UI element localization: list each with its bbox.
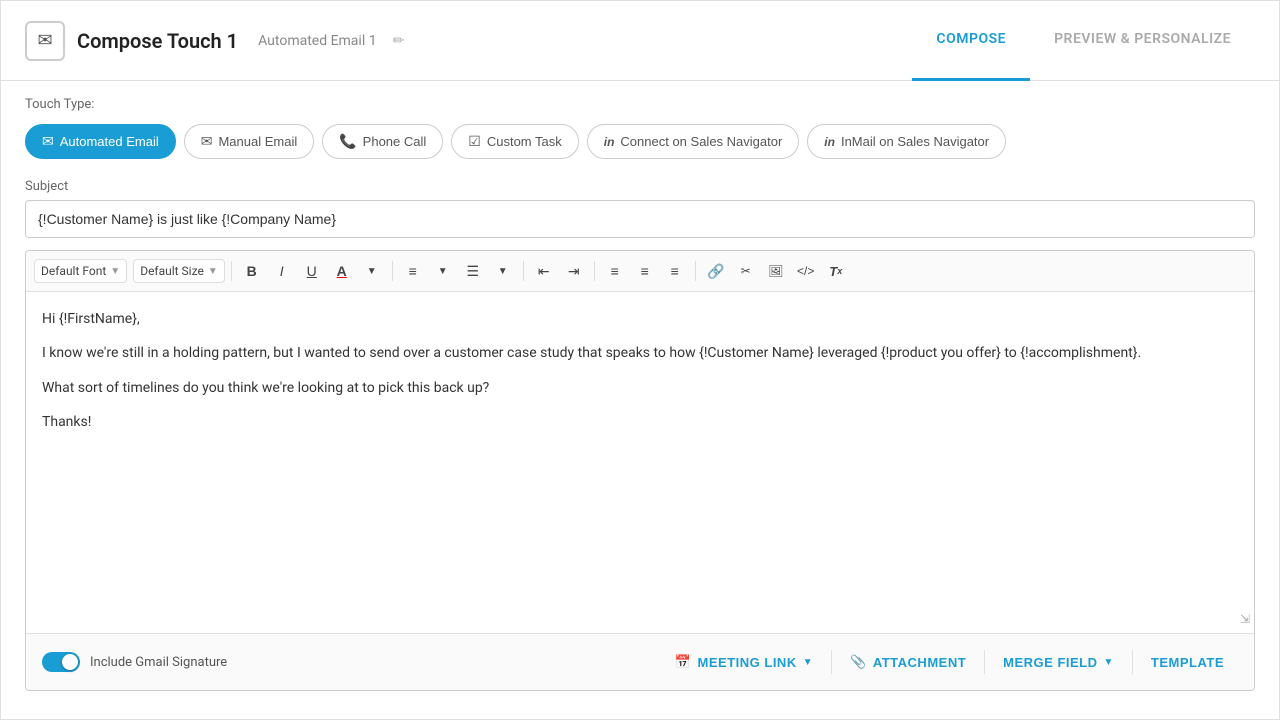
- clear-format-button[interactable]: Tx: [822, 257, 850, 285]
- page-title: Compose Touch 1: [77, 29, 238, 53]
- bold-button[interactable]: B: [238, 257, 266, 285]
- gmail-signature-label: Include Gmail Signature: [90, 655, 227, 670]
- linkedin-inmail-icon: in: [824, 135, 835, 149]
- align-right-button[interactable]: ≡: [661, 257, 689, 285]
- header-nav: COMPOSE PREVIEW & PERSONALIZE: [912, 1, 1255, 81]
- toolbar-separator-4: [594, 261, 595, 281]
- touch-btn-custom-task[interactable]: ☑ Custom Task: [451, 124, 578, 159]
- source-button[interactable]: </>: [792, 257, 820, 285]
- phone-icon: 📞: [339, 133, 356, 150]
- editor-footer: Include Gmail Signature 📅 MEETING LINK ▼…: [26, 633, 1254, 690]
- toolbar-separator-5: [695, 261, 696, 281]
- snippet-button[interactable]: ✂: [732, 257, 760, 285]
- manual-email-icon: ✉: [201, 133, 213, 150]
- linkedin-connect-icon: in: [604, 135, 615, 149]
- task-icon: ☑: [468, 133, 481, 150]
- touch-btn-manual-email[interactable]: ✉ Manual Email: [184, 124, 315, 159]
- attachment-button[interactable]: 📎 ATTACHMENT: [836, 646, 980, 678]
- toolbar-separator-2: [392, 261, 393, 281]
- merge-field-dropdown-arrow: ▼: [1104, 657, 1114, 668]
- resize-handle[interactable]: ⇲: [1240, 610, 1250, 629]
- align-center-button[interactable]: ≡: [631, 257, 659, 285]
- outdent-button[interactable]: ⇤: [530, 257, 558, 285]
- editor-body[interactable]: Hi {!FirstName}, I know we're still in a…: [26, 292, 1254, 633]
- unordered-list-dropdown[interactable]: ▼: [489, 257, 517, 285]
- toolbar-separator-3: [523, 261, 524, 281]
- ordered-list-button[interactable]: ≡: [399, 257, 427, 285]
- editor-toolbar: Default Font ▼ Default Size ▼ B I U A ▼ …: [26, 251, 1254, 292]
- touch-btn-phone-call[interactable]: 📞 Phone Call: [322, 124, 443, 159]
- header-left: ✉ Compose Touch 1 Automated Email 1 ✏: [25, 21, 404, 61]
- editor-line-4: Thanks!: [42, 411, 1238, 433]
- toggle-knob: [62, 654, 78, 670]
- font-size-select[interactable]: Default Size ▼: [133, 259, 225, 283]
- page-subtitle: Automated Email 1: [258, 33, 376, 49]
- unordered-list-button[interactable]: ☰: [459, 257, 487, 285]
- font-size-dropdown-arrow: ▼: [208, 266, 218, 277]
- editor-line-2: I know we're still in a holding pattern,…: [42, 342, 1238, 364]
- editor-line-1: Hi {!FirstName},: [42, 308, 1238, 330]
- indent-button[interactable]: ⇥: [560, 257, 588, 285]
- touch-btn-connect-sales-nav[interactable]: in Connect on Sales Navigator: [587, 124, 800, 159]
- tab-compose[interactable]: COMPOSE: [912, 1, 1030, 81]
- editor-container: Default Font ▼ Default Size ▼ B I U A ▼ …: [25, 250, 1255, 691]
- gmail-signature-toggle[interactable]: [42, 652, 80, 672]
- template-button[interactable]: TEMPLATE: [1137, 647, 1238, 678]
- touch-type-label: Touch Type:: [25, 97, 1255, 112]
- link-button[interactable]: 🔗: [702, 257, 730, 285]
- subject-label: Subject: [25, 179, 1255, 194]
- envelope-icon: ✉: [37, 30, 52, 51]
- font-family-select[interactable]: Default Font ▼: [34, 259, 127, 283]
- outer-footer: [1, 691, 1279, 719]
- automated-email-icon: ✉: [42, 133, 54, 150]
- font-color-dropdown[interactable]: ▼: [358, 257, 386, 285]
- align-left-button[interactable]: ≡: [601, 257, 629, 285]
- italic-button[interactable]: I: [268, 257, 296, 285]
- header: ✉ Compose Touch 1 Automated Email 1 ✏ CO…: [1, 1, 1279, 81]
- touch-btn-automated-email[interactable]: ✉ Automated Email: [25, 124, 176, 159]
- underline-button[interactable]: U: [298, 257, 326, 285]
- merge-field-button[interactable]: MERGE FIELD ▼: [989, 647, 1128, 678]
- tab-preview-personalize[interactable]: PREVIEW & PERSONALIZE: [1030, 1, 1255, 81]
- font-color-button[interactable]: A: [328, 257, 356, 285]
- calendar-icon: 📅: [675, 654, 692, 670]
- ordered-list-dropdown[interactable]: ▼: [429, 257, 457, 285]
- meeting-link-dropdown-arrow: ▼: [803, 657, 813, 668]
- edit-icon[interactable]: ✏: [393, 33, 405, 49]
- attachment-icon: 📎: [850, 654, 867, 670]
- touch-type-section: Touch Type: ✉ Automated Email ✉ Manual E…: [1, 81, 1279, 175]
- font-family-dropdown-arrow: ▼: [110, 266, 120, 277]
- touch-btn-inmail-sales-nav[interactable]: in InMail on Sales Navigator: [807, 124, 1006, 159]
- compose-icon: ✉: [25, 21, 65, 61]
- footer-left: Include Gmail Signature: [42, 652, 227, 672]
- footer-right: 📅 MEETING LINK ▼ 📎 ATTACHMENT MERGE FIEL…: [661, 646, 1238, 678]
- touch-type-buttons: ✉ Automated Email ✉ Manual Email 📞 Phone…: [25, 124, 1255, 159]
- image-button[interactable]: 🖼: [762, 257, 790, 285]
- subject-input[interactable]: [25, 200, 1255, 238]
- footer-separator-2: [984, 650, 985, 674]
- meeting-link-button[interactable]: 📅 MEETING LINK ▼: [661, 646, 827, 678]
- editor-line-3: What sort of timelines do you think we'r…: [42, 377, 1238, 399]
- footer-separator-1: [831, 650, 832, 674]
- toolbar-separator-1: [231, 261, 232, 281]
- subject-section: Subject: [1, 175, 1279, 250]
- footer-separator-3: [1132, 650, 1133, 674]
